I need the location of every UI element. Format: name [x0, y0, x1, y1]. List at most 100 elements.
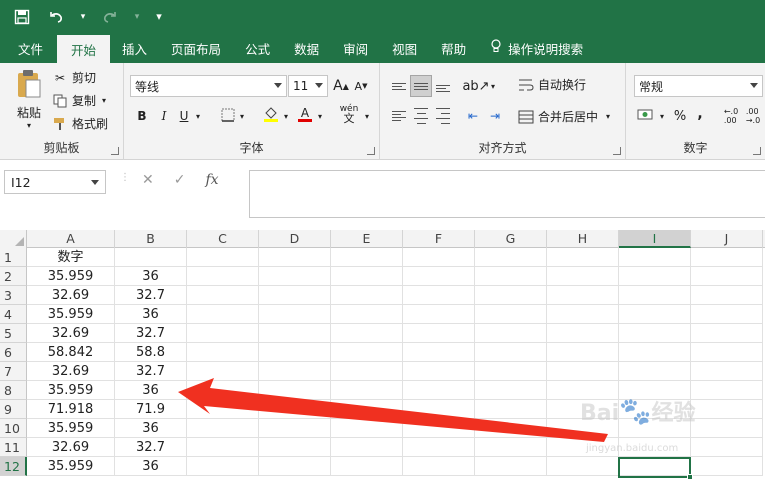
table-cell[interactable]	[619, 305, 691, 324]
table-cell[interactable]	[331, 381, 403, 400]
orientation-dropdown-icon[interactable]: ▾	[488, 75, 498, 97]
table-cell[interactable]	[691, 457, 763, 476]
table-cell[interactable]	[547, 286, 619, 305]
table-cell[interactable]	[475, 324, 547, 343]
formula-input[interactable]	[249, 170, 765, 218]
table-cell[interactable]: 数字	[27, 248, 115, 267]
orientation-button[interactable]: ab↗	[462, 75, 489, 97]
table-cell[interactable]	[259, 324, 331, 343]
font-size-combo[interactable]: 11	[288, 75, 328, 97]
table-cell[interactable]	[331, 324, 403, 343]
table-cell[interactable]	[403, 438, 475, 457]
table-cell[interactable]	[259, 419, 331, 438]
table-cell[interactable]	[331, 400, 403, 419]
table-cell[interactable]	[187, 362, 259, 381]
enter-icon[interactable]: ✓	[174, 172, 186, 188]
table-cell[interactable]	[331, 305, 403, 324]
align-middle-button[interactable]	[410, 75, 432, 97]
shrink-font-button[interactable]: A ▼	[352, 75, 370, 97]
table-cell[interactable]	[331, 267, 403, 286]
align-center-button[interactable]	[412, 105, 430, 127]
table-cell[interactable]: 32.7	[115, 286, 187, 305]
table-cell[interactable]	[331, 343, 403, 362]
column-header[interactable]: D	[259, 230, 331, 248]
name-box[interactable]: I12	[4, 170, 106, 194]
table-cell[interactable]: 58.842	[27, 343, 115, 362]
row-header[interactable]: 4	[0, 305, 27, 324]
table-cell[interactable]	[403, 324, 475, 343]
table-cell[interactable]	[619, 343, 691, 362]
tab-page-layout[interactable]: 页面布局	[159, 33, 233, 63]
italic-button[interactable]: I	[156, 105, 172, 127]
row-header[interactable]: 1	[0, 248, 27, 267]
table-cell[interactable]: 36	[115, 381, 187, 400]
cancel-icon[interactable]: ✕	[142, 172, 154, 188]
table-cell[interactable]	[259, 457, 331, 476]
align-bottom-button[interactable]	[434, 77, 452, 99]
table-cell[interactable]	[619, 362, 691, 381]
tab-help[interactable]: 帮助	[429, 33, 478, 63]
clipboard-launcher-icon[interactable]	[111, 147, 119, 155]
table-cell[interactable]	[331, 419, 403, 438]
row-header[interactable]: 8	[0, 381, 27, 400]
table-cell[interactable]	[475, 286, 547, 305]
format-painter-button[interactable]: 格式刷	[52, 115, 108, 132]
percent-style-button[interactable]: %	[672, 105, 688, 127]
accounting-format-button[interactable]	[636, 105, 656, 127]
table-cell[interactable]: 58.8	[115, 343, 187, 362]
table-cell[interactable]	[619, 248, 691, 267]
table-cell[interactable]	[187, 267, 259, 286]
table-cell[interactable]	[403, 343, 475, 362]
table-cell[interactable]: 35.959	[27, 305, 115, 324]
table-cell[interactable]	[691, 381, 763, 400]
copy-button[interactable]: 复制 ▾	[52, 92, 106, 109]
decrease-decimal-button[interactable]: .00 →.0	[744, 105, 762, 127]
table-cell[interactable]: 32.69	[27, 362, 115, 381]
row-header[interactable]: 3	[0, 286, 27, 305]
row-header[interactable]: 2	[0, 267, 27, 286]
table-cell[interactable]	[691, 286, 763, 305]
row-header[interactable]: 10	[0, 419, 27, 438]
table-cell[interactable]	[259, 305, 331, 324]
align-left-button[interactable]	[390, 105, 408, 127]
row-header[interactable]: 9	[0, 400, 27, 419]
table-cell[interactable]	[691, 248, 763, 267]
table-cell[interactable]	[259, 362, 331, 381]
table-cell[interactable]	[403, 400, 475, 419]
table-cell[interactable]: 32.7	[115, 362, 187, 381]
table-cell[interactable]	[403, 267, 475, 286]
table-cell[interactable]	[259, 400, 331, 419]
column-header-selected[interactable]: I	[619, 230, 691, 248]
table-cell[interactable]	[331, 438, 403, 457]
phonetic-button[interactable]: wén 文	[338, 103, 360, 125]
table-cell[interactable]: 35.959	[27, 419, 115, 438]
align-top-button[interactable]	[390, 75, 408, 97]
table-cell[interactable]	[475, 267, 547, 286]
table-cell[interactable]	[187, 400, 259, 419]
active-cell-border[interactable]	[618, 457, 693, 480]
table-cell[interactable]	[187, 248, 259, 267]
table-cell[interactable]: 32.69	[27, 324, 115, 343]
table-cell[interactable]	[115, 248, 187, 267]
table-cell[interactable]	[259, 381, 331, 400]
row-header[interactable]: 6	[0, 343, 27, 362]
table-cell[interactable]	[187, 457, 259, 476]
table-cell[interactable]	[403, 457, 475, 476]
table-cell[interactable]	[259, 438, 331, 457]
tell-me-search[interactable]: 操作说明搜索	[478, 33, 595, 63]
column-header[interactable]: H	[547, 230, 619, 248]
tab-home[interactable]: 开始	[57, 35, 111, 63]
table-cell[interactable]	[547, 267, 619, 286]
cut-button[interactable]: ✂ 剪切	[52, 69, 96, 86]
table-cell[interactable]	[403, 362, 475, 381]
table-cell[interactable]	[331, 248, 403, 267]
table-cell[interactable]	[403, 419, 475, 438]
table-cell[interactable]	[691, 305, 763, 324]
fill-color-dropdown-icon[interactable]: ▾	[281, 105, 291, 127]
table-cell[interactable]: 36	[115, 267, 187, 286]
row-header[interactable]: 11	[0, 438, 27, 457]
table-cell[interactable]	[259, 343, 331, 362]
table-cell[interactable]	[547, 457, 619, 476]
underline-dropdown-icon[interactable]: ▾	[193, 105, 203, 127]
table-cell[interactable]	[475, 362, 547, 381]
